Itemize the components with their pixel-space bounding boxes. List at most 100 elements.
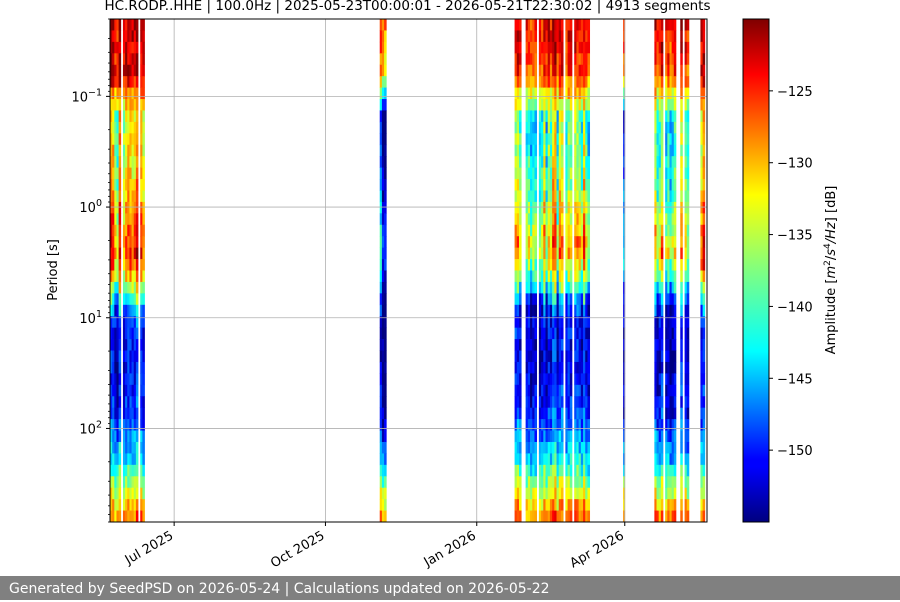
heatmap-cell xyxy=(667,384,670,397)
heatmap-cell xyxy=(583,30,586,43)
heatmap-cell xyxy=(556,441,560,454)
heatmap-cell xyxy=(140,510,143,522)
heatmap-cell xyxy=(530,201,533,214)
heatmap-cell xyxy=(514,133,518,146)
heatmap-cell xyxy=(135,293,139,306)
heatmap-cell xyxy=(112,133,115,146)
heatmap-cell xyxy=(686,190,690,203)
heatmap-cell xyxy=(514,30,518,43)
heatmap-cell xyxy=(576,407,579,420)
heatmap-cell xyxy=(538,30,542,43)
heatmap-cell xyxy=(131,304,135,317)
heatmap-cell xyxy=(680,201,683,214)
heatmap-cell xyxy=(135,121,139,134)
heatmap-cell xyxy=(656,407,660,420)
heatmap-cell xyxy=(543,453,546,466)
heatmap-cell xyxy=(576,156,579,168)
heatmap-cell xyxy=(671,76,675,88)
heatmap-cell xyxy=(116,304,119,317)
heatmap-cell xyxy=(580,247,584,260)
heatmap-cell xyxy=(114,407,117,420)
heatmap-cell xyxy=(116,384,119,397)
heatmap-cell xyxy=(545,30,549,43)
heatmap-cell xyxy=(673,19,677,31)
heatmap-cell xyxy=(567,236,571,248)
heatmap-cell xyxy=(114,419,117,431)
heatmap-cell xyxy=(131,19,135,31)
heatmap-cell xyxy=(514,156,518,168)
heatmap-cell xyxy=(580,510,584,522)
heatmap-cell xyxy=(554,133,557,146)
heatmap-cell xyxy=(541,87,544,100)
heatmap-cell xyxy=(519,41,522,54)
heatmap-cell xyxy=(543,179,546,191)
heatmap-cell xyxy=(667,487,670,500)
heatmap-cell xyxy=(667,190,670,203)
heatmap-cell xyxy=(558,167,562,180)
heatmap-cell xyxy=(516,396,520,409)
heatmap-cell xyxy=(569,487,573,500)
heatmap-cell xyxy=(560,396,564,409)
heatmap-cell xyxy=(131,396,135,409)
heatmap-cell xyxy=(135,384,139,397)
heatmap-cell xyxy=(567,53,571,66)
heatmap-cell xyxy=(514,361,518,374)
heatmap-cell xyxy=(680,510,683,522)
heatmap-cell xyxy=(129,396,132,409)
heatmap-cell xyxy=(580,430,584,443)
heatmap-cell xyxy=(127,53,130,66)
heatmap-cell xyxy=(118,30,122,43)
heatmap-cell xyxy=(384,304,387,317)
x-tick-label: Apr 2026 xyxy=(568,528,627,571)
heatmap-cell xyxy=(514,41,518,54)
heatmap-cell xyxy=(122,30,126,43)
heatmap-cell xyxy=(552,384,555,397)
heatmap-cell xyxy=(680,179,683,191)
heatmap-cell xyxy=(129,407,132,420)
heatmap-cell xyxy=(384,384,387,397)
heatmap-cell xyxy=(576,121,579,134)
heatmap-cell xyxy=(127,121,130,134)
heatmap-cell xyxy=(384,464,387,477)
heatmap-cell xyxy=(680,133,683,146)
heatmap-cell xyxy=(684,76,688,88)
heatmap-cell xyxy=(116,224,119,237)
heatmap-cell xyxy=(583,236,586,248)
heatmap-cell xyxy=(532,407,535,420)
heatmap-cell xyxy=(665,64,668,77)
heatmap-cell xyxy=(567,30,571,43)
heatmap-cell xyxy=(127,156,130,168)
heatmap-cell xyxy=(142,213,145,226)
heatmap-cell xyxy=(565,464,568,477)
heatmap-cell xyxy=(549,247,553,260)
heatmap-cell xyxy=(525,430,529,443)
heatmap-cell xyxy=(700,224,703,237)
heatmap-cell xyxy=(379,236,383,248)
heatmap-cell xyxy=(131,110,135,123)
heatmap-cell xyxy=(702,133,706,146)
heatmap-cell xyxy=(534,270,538,283)
heatmap-cell xyxy=(112,373,115,386)
heatmap-cell xyxy=(665,384,668,397)
heatmap-cell xyxy=(547,76,551,88)
heatmap-cell xyxy=(519,213,522,226)
heatmap-cell xyxy=(122,441,126,454)
heatmap-cell xyxy=(680,76,683,88)
heatmap-cell xyxy=(525,259,529,271)
heatmap-cell xyxy=(585,121,588,134)
heatmap-cell xyxy=(583,76,586,88)
heatmap-cell xyxy=(673,87,677,100)
heatmap-cell xyxy=(541,167,544,180)
heatmap-cell xyxy=(532,179,535,191)
heatmap-cell xyxy=(530,407,533,420)
heatmap-cell xyxy=(519,156,522,168)
heatmap-cell xyxy=(560,30,564,43)
heatmap-cell xyxy=(702,453,706,466)
heatmap-cell xyxy=(125,441,128,454)
heatmap-cell xyxy=(556,53,560,66)
heatmap-cell xyxy=(527,99,531,111)
heatmap-cell xyxy=(532,167,535,180)
heatmap-cell xyxy=(543,110,546,123)
heatmap-cell xyxy=(656,247,660,260)
heatmap-cell xyxy=(669,64,672,77)
